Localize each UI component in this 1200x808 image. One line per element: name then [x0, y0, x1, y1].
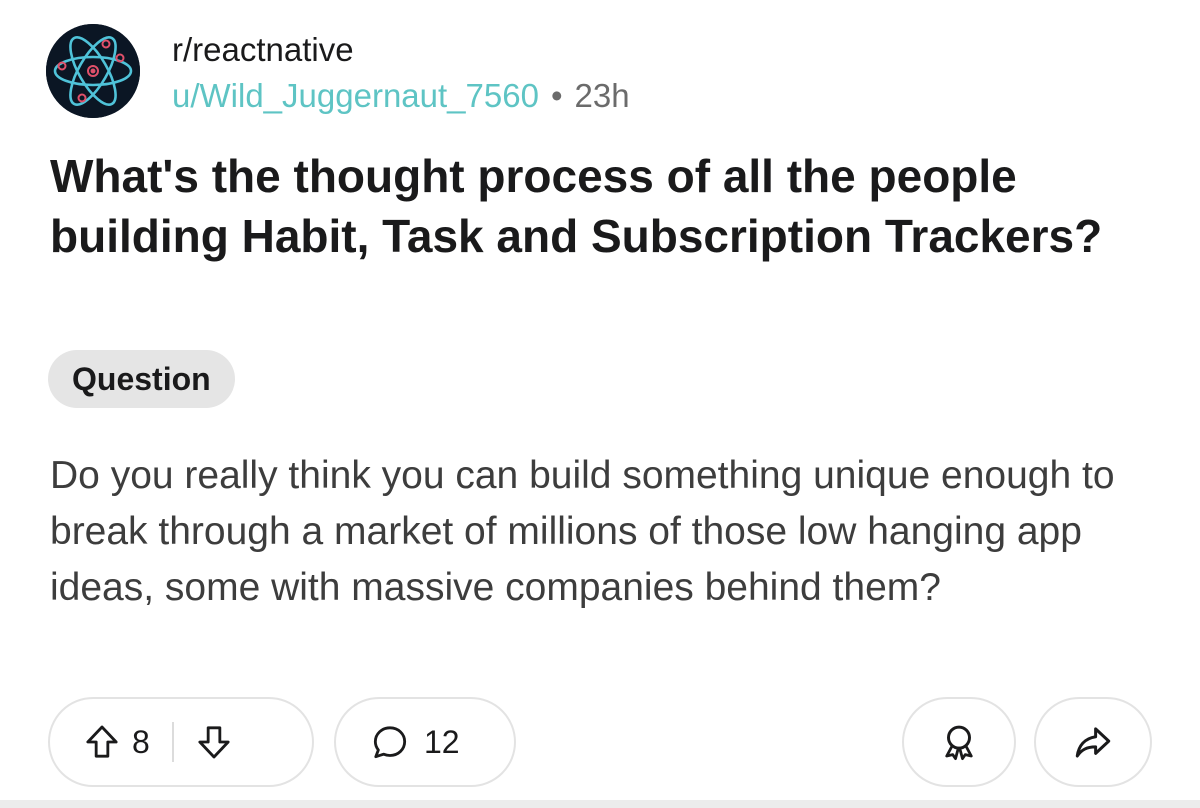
vote-bar: 8: [48, 697, 314, 787]
upvote-count: 8: [132, 723, 150, 760]
speech-bubble-icon: [370, 722, 410, 762]
award-icon: [938, 721, 980, 763]
downvote-button[interactable]: [194, 722, 234, 762]
post-flair[interactable]: Question: [48, 350, 235, 408]
comment-count: 12: [424, 723, 460, 760]
meta-separator: •: [550, 77, 563, 114]
post-title[interactable]: What's the thought process of all the pe…: [50, 146, 1150, 266]
share-arrow-icon: [1072, 721, 1114, 763]
upvote-button[interactable]: [82, 722, 122, 762]
author-username[interactable]: u/Wild_Juggernaut_7560: [172, 77, 539, 114]
share-button[interactable]: [1034, 697, 1152, 787]
award-button[interactable]: [902, 697, 1016, 787]
feed-separator: [0, 800, 1200, 808]
post-age: 23h: [574, 77, 630, 114]
arrow-up-icon: [86, 725, 118, 758]
react-atom-icon: [46, 24, 140, 118]
comments-button[interactable]: 12: [334, 697, 516, 787]
subreddit-name[interactable]: r/reactnative: [172, 30, 354, 70]
vote-divider: [171, 722, 174, 762]
subreddit-avatar[interactable]: [46, 24, 140, 118]
post-body: Do you really think you can build someth…: [50, 454, 1115, 609]
arrow-down-icon: [198, 726, 230, 759]
post-meta: u/Wild_Juggernaut_7560 • 23h: [172, 76, 630, 116]
